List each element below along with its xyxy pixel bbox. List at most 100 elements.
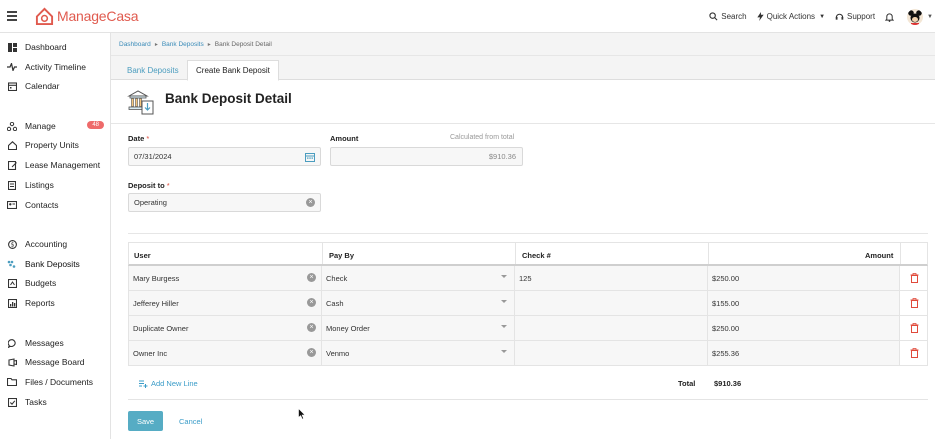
chevron-down-icon (501, 300, 507, 303)
clear-icon[interactable]: × (307, 348, 316, 357)
table-row: Owner Inc × Venmo $255.36 (128, 341, 928, 366)
sidebar-item-dashboard[interactable]: Dashboard (0, 38, 111, 56)
section-divider (128, 233, 928, 234)
clear-icon[interactable]: × (307, 273, 316, 282)
amount-input[interactable]: $255.36 (708, 341, 900, 365)
amount-input[interactable]: $250.00 (708, 316, 900, 340)
user-select[interactable]: Owner Inc × (129, 341, 322, 365)
sidebar-item-label: Message Board (25, 357, 85, 367)
sidebar-item-bank-deposits[interactable]: Bank Deposits (0, 255, 111, 273)
save-button[interactable]: Save (128, 411, 163, 431)
sidebar-item-budgets[interactable]: Budgets (0, 274, 111, 292)
sidebar-item-label: Calendar (25, 81, 60, 91)
avatar-menu-chevron-icon[interactable]: ▼ (927, 14, 933, 20)
sidebar-item-lease-management[interactable]: Lease Management (0, 156, 111, 174)
menu-icon[interactable] (7, 11, 17, 21)
amount-input: $910.36 (330, 147, 523, 166)
avatar[interactable] (907, 8, 924, 25)
header-pay-by: Pay By (329, 251, 355, 260)
trash-icon[interactable] (910, 298, 919, 308)
bank-deposits-icon (7, 259, 17, 269)
pay-by-select[interactable]: Money Order (322, 316, 515, 340)
tab-create-bank-deposit[interactable]: Create Bank Deposit (187, 60, 279, 81)
trash-icon[interactable] (910, 348, 919, 358)
pay-by-select[interactable]: Cash (322, 291, 515, 315)
date-input[interactable]: 07/31/2024 (128, 147, 321, 166)
user-select[interactable]: Jefferey Hiller × (129, 291, 322, 315)
sidebar-item-tasks[interactable]: Tasks (0, 393, 111, 411)
sidebar-item-property-units[interactable]: Property Units (0, 136, 111, 154)
breadcrumb-current: Bank Deposit Detail (214, 40, 272, 48)
check-number-input[interactable]: 125 (515, 266, 708, 290)
calendar-icon (7, 81, 17, 91)
total-value: $910.36 (714, 379, 742, 388)
tab-bank-deposits[interactable]: Bank Deposits (119, 60, 187, 80)
check-number-input[interactable] (515, 316, 708, 340)
sidebar: Dashboard Activity Timeline Calendar Man… (0, 33, 111, 439)
logo-text: ManageCasa (57, 8, 139, 24)
clear-icon[interactable]: × (306, 198, 315, 207)
sidebar-item-message-board[interactable]: Message Board (0, 353, 111, 371)
check-number-input[interactable] (515, 341, 708, 365)
amount-label: Amount (330, 134, 359, 143)
table-footer: Add New Line Total $910.36 (128, 366, 928, 400)
budgets-icon (7, 278, 17, 288)
clear-icon[interactable]: × (307, 298, 316, 307)
contacts-icon (7, 200, 17, 210)
manage-count-badge: 48 (87, 121, 104, 129)
amount-input[interactable]: $250.00 (708, 266, 900, 290)
sidebar-item-contacts[interactable]: Contacts (0, 196, 111, 214)
user-select[interactable]: Mary Burgess × (129, 266, 322, 290)
sidebar-item-accounting[interactable]: $ Accounting (0, 235, 111, 253)
calendar-icon[interactable] (305, 152, 315, 162)
chevron-down-icon (501, 325, 507, 328)
main-content: Dashboard ▸ Bank Deposits ▸ Bank Deposit… (111, 33, 935, 439)
header-amount: Amount (865, 251, 894, 260)
search-button[interactable]: Search (709, 12, 747, 21)
add-line-icon (139, 380, 148, 388)
support-button[interactable]: Support (835, 12, 875, 21)
deposit-to-label: Deposit to * (128, 181, 170, 190)
sidebar-item-manage[interactable]: Manage 48 (0, 117, 111, 135)
sidebar-item-label: Accounting (25, 239, 68, 249)
amount-hint: Calculated from total (450, 134, 515, 141)
quick-actions-label: Quick Actions (766, 12, 816, 21)
trash-icon[interactable] (910, 323, 919, 333)
pay-by-select[interactable]: Venmo (322, 341, 515, 365)
user-select[interactable]: Duplicate Owner × (129, 316, 322, 340)
bell-icon (885, 12, 895, 22)
top-bar: ManageCasa Search Quick Actions ▼ Suppor… (0, 0, 935, 33)
amount-input[interactable]: $155.00 (708, 291, 900, 315)
listings-icon (7, 180, 17, 190)
clear-icon[interactable]: × (307, 323, 316, 332)
sidebar-item-files-documents[interactable]: Files / Documents (0, 373, 111, 391)
chevron-down-icon (501, 350, 507, 353)
breadcrumb: Dashboard ▸ Bank Deposits ▸ Bank Deposit… (111, 33, 935, 56)
header-user: User (134, 251, 151, 260)
add-new-line-button[interactable]: Add New Line (139, 379, 198, 388)
check-number-input[interactable] (515, 291, 708, 315)
sidebar-item-label: Budgets (25, 278, 57, 288)
add-new-line-label: Add New Line (151, 379, 198, 388)
sidebar-item-activity-timeline[interactable]: Activity Timeline (0, 58, 111, 76)
sidebar-item-messages[interactable]: Messages (0, 334, 111, 352)
breadcrumb-bank-deposits[interactable]: Bank Deposits (162, 41, 204, 48)
sidebar-item-calendar[interactable]: Calendar (0, 77, 111, 95)
sidebar-item-listings[interactable]: Listings (0, 176, 111, 194)
sidebar-item-label: Contacts (25, 200, 59, 210)
quick-actions-button[interactable]: Quick Actions ▼ (756, 12, 825, 21)
lightning-icon (756, 12, 764, 21)
deposit-lines-table: User Pay By Check # Amount Mary Burgess ×… (128, 242, 928, 400)
tasks-icon (7, 397, 17, 407)
pay-by-select[interactable]: Check (322, 266, 515, 290)
logo[interactable]: ManageCasa (35, 6, 138, 26)
sidebar-item-reports[interactable]: Reports (0, 294, 111, 312)
breadcrumb-dashboard[interactable]: Dashboard (119, 41, 151, 48)
deposit-to-select[interactable]: Operating × (128, 193, 321, 212)
cancel-button[interactable]: Cancel (179, 417, 202, 426)
sidebar-item-label: Property Units (25, 140, 79, 150)
trash-icon[interactable] (910, 273, 919, 283)
sidebar-item-label: Lease Management (25, 160, 101, 170)
tabs: Bank Deposits Create Bank Deposit (111, 56, 935, 81)
notifications-button[interactable] (885, 12, 897, 22)
